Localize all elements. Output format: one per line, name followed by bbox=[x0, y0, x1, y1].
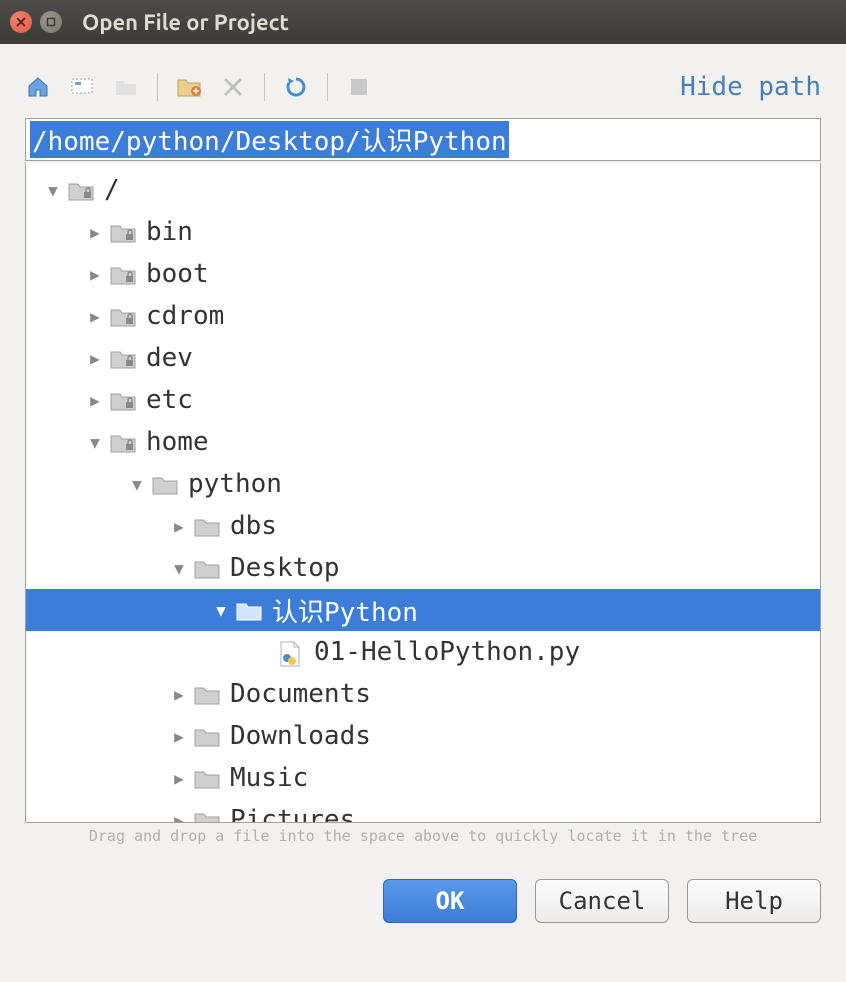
tree-item-label: Documents bbox=[230, 679, 371, 709]
tree-item[interactable]: ▶ bin bbox=[26, 211, 820, 253]
tree-item-label: cdrom bbox=[146, 301, 224, 331]
window-title: Open File or Project bbox=[82, 10, 289, 35]
folder-icon bbox=[194, 725, 220, 747]
toolbar-separator bbox=[157, 73, 158, 101]
tree-item-label: Pictures bbox=[230, 805, 355, 823]
refresh-icon[interactable] bbox=[283, 74, 309, 100]
tree-item[interactable]: ▼ python bbox=[26, 463, 820, 505]
toolbar: Hide path bbox=[25, 72, 821, 102]
tree-item-label: Music bbox=[230, 763, 308, 793]
home-icon[interactable] bbox=[25, 74, 51, 100]
tree-item[interactable]: ▶ dev bbox=[26, 337, 820, 379]
folder-icon bbox=[194, 809, 220, 823]
toolbar-separator bbox=[327, 73, 328, 101]
path-input[interactable]: /home/python/Desktop/认识Python bbox=[25, 118, 821, 161]
show-hidden-icon[interactable] bbox=[346, 74, 372, 100]
tree-item-label: etc bbox=[146, 385, 193, 415]
tree-item[interactable]: ▼/ bbox=[26, 169, 820, 211]
tree-item-label: dbs bbox=[230, 511, 277, 541]
tree-item[interactable]: ▶ Downloads bbox=[26, 715, 820, 757]
chevron-right-icon[interactable]: ▶ bbox=[170, 517, 188, 536]
chevron-right-icon[interactable]: ▶ bbox=[170, 811, 188, 824]
locked-folder-icon bbox=[110, 347, 136, 369]
chevron-right-icon[interactable]: ▶ bbox=[86, 265, 104, 284]
delete-icon[interactable] bbox=[220, 74, 246, 100]
tree-item-label: / bbox=[104, 175, 120, 205]
locked-folder-icon bbox=[110, 263, 136, 285]
tree-item[interactable]: ▼ Desktop bbox=[26, 547, 820, 589]
chevron-right-icon[interactable]: ▶ bbox=[86, 223, 104, 242]
tree-item[interactable]: ▼ 认识Python bbox=[26, 589, 820, 631]
tree-item[interactable]: 01-HelloPython.py bbox=[26, 631, 820, 673]
tree-item-label: python bbox=[188, 469, 282, 499]
hide-path-link[interactable]: Hide path bbox=[680, 72, 821, 102]
chevron-right-icon[interactable]: ▶ bbox=[170, 727, 188, 746]
tree-item[interactable]: ▼ home bbox=[26, 421, 820, 463]
file-tree[interactable]: ▼/▶bin▶boot▶cdrom▶dev▶etc▼home▼python▶db… bbox=[25, 163, 821, 823]
tree-item-label: bin bbox=[146, 217, 193, 247]
tree-item[interactable]: ▶ Documents bbox=[26, 673, 820, 715]
chevron-right-icon[interactable]: ▶ bbox=[86, 391, 104, 410]
tree-item-label: 01-HelloPython.py bbox=[314, 637, 580, 667]
chevron-right-icon[interactable]: ▶ bbox=[170, 769, 188, 788]
button-row: OK Cancel Help bbox=[25, 879, 821, 923]
locked-folder-icon bbox=[110, 389, 136, 411]
toolbar-separator bbox=[264, 73, 265, 101]
tree-item[interactable]: ▶ cdrom bbox=[26, 295, 820, 337]
tree-item[interactable]: ▶ boot bbox=[26, 253, 820, 295]
python-file-icon bbox=[278, 641, 304, 663]
chevron-down-icon[interactable]: ▼ bbox=[128, 475, 146, 494]
tree-item-label: dev bbox=[146, 343, 193, 373]
folder-icon bbox=[152, 473, 178, 495]
ok-button[interactable]: OK bbox=[383, 879, 517, 923]
locked-folder-icon bbox=[110, 221, 136, 243]
tree-item-label: 认识Python bbox=[272, 592, 418, 629]
tree-item[interactable]: ▶ etc bbox=[26, 379, 820, 421]
folder-icon bbox=[194, 683, 220, 705]
chevron-right-icon[interactable]: ▶ bbox=[86, 349, 104, 368]
folder-icon bbox=[194, 767, 220, 789]
drag-drop-hint: Drag and drop a file into the space abov… bbox=[25, 827, 821, 845]
minimize-window-button[interactable] bbox=[40, 11, 62, 33]
folder-icon bbox=[194, 515, 220, 537]
desktop-icon[interactable] bbox=[69, 74, 95, 100]
tree-item-label: home bbox=[146, 427, 209, 457]
chevron-down-icon[interactable]: ▼ bbox=[170, 559, 188, 578]
project-icon[interactable] bbox=[113, 74, 139, 100]
new-folder-icon[interactable] bbox=[176, 74, 202, 100]
tree-item-label: Desktop bbox=[230, 553, 340, 583]
chevron-right-icon[interactable]: ▶ bbox=[170, 685, 188, 704]
chevron-right-icon[interactable]: ▶ bbox=[86, 307, 104, 326]
tree-item[interactable]: ▶ Music bbox=[26, 757, 820, 799]
chevron-down-icon[interactable]: ▼ bbox=[44, 181, 62, 200]
tree-item[interactable]: ▶ Pictures bbox=[26, 799, 820, 823]
titlebar: Open File or Project bbox=[0, 0, 846, 44]
cancel-button[interactable]: Cancel bbox=[535, 879, 669, 923]
dialog-content: Hide path /home/python/Desktop/认识Python … bbox=[0, 44, 846, 941]
close-window-button[interactable] bbox=[10, 11, 32, 33]
locked-folder-icon bbox=[68, 179, 94, 201]
tree-item-label: Downloads bbox=[230, 721, 371, 751]
chevron-down-icon[interactable]: ▼ bbox=[212, 601, 230, 620]
tree-item[interactable]: ▶ dbs bbox=[26, 505, 820, 547]
help-button[interactable]: Help bbox=[687, 879, 821, 923]
tree-item-label: boot bbox=[146, 259, 209, 289]
path-input-value: /home/python/Desktop/认识Python bbox=[30, 121, 509, 158]
folder-icon bbox=[236, 599, 262, 621]
chevron-down-icon[interactable]: ▼ bbox=[86, 433, 104, 452]
locked-folder-icon bbox=[110, 305, 136, 327]
locked-folder-icon bbox=[110, 431, 136, 453]
folder-icon bbox=[194, 557, 220, 579]
